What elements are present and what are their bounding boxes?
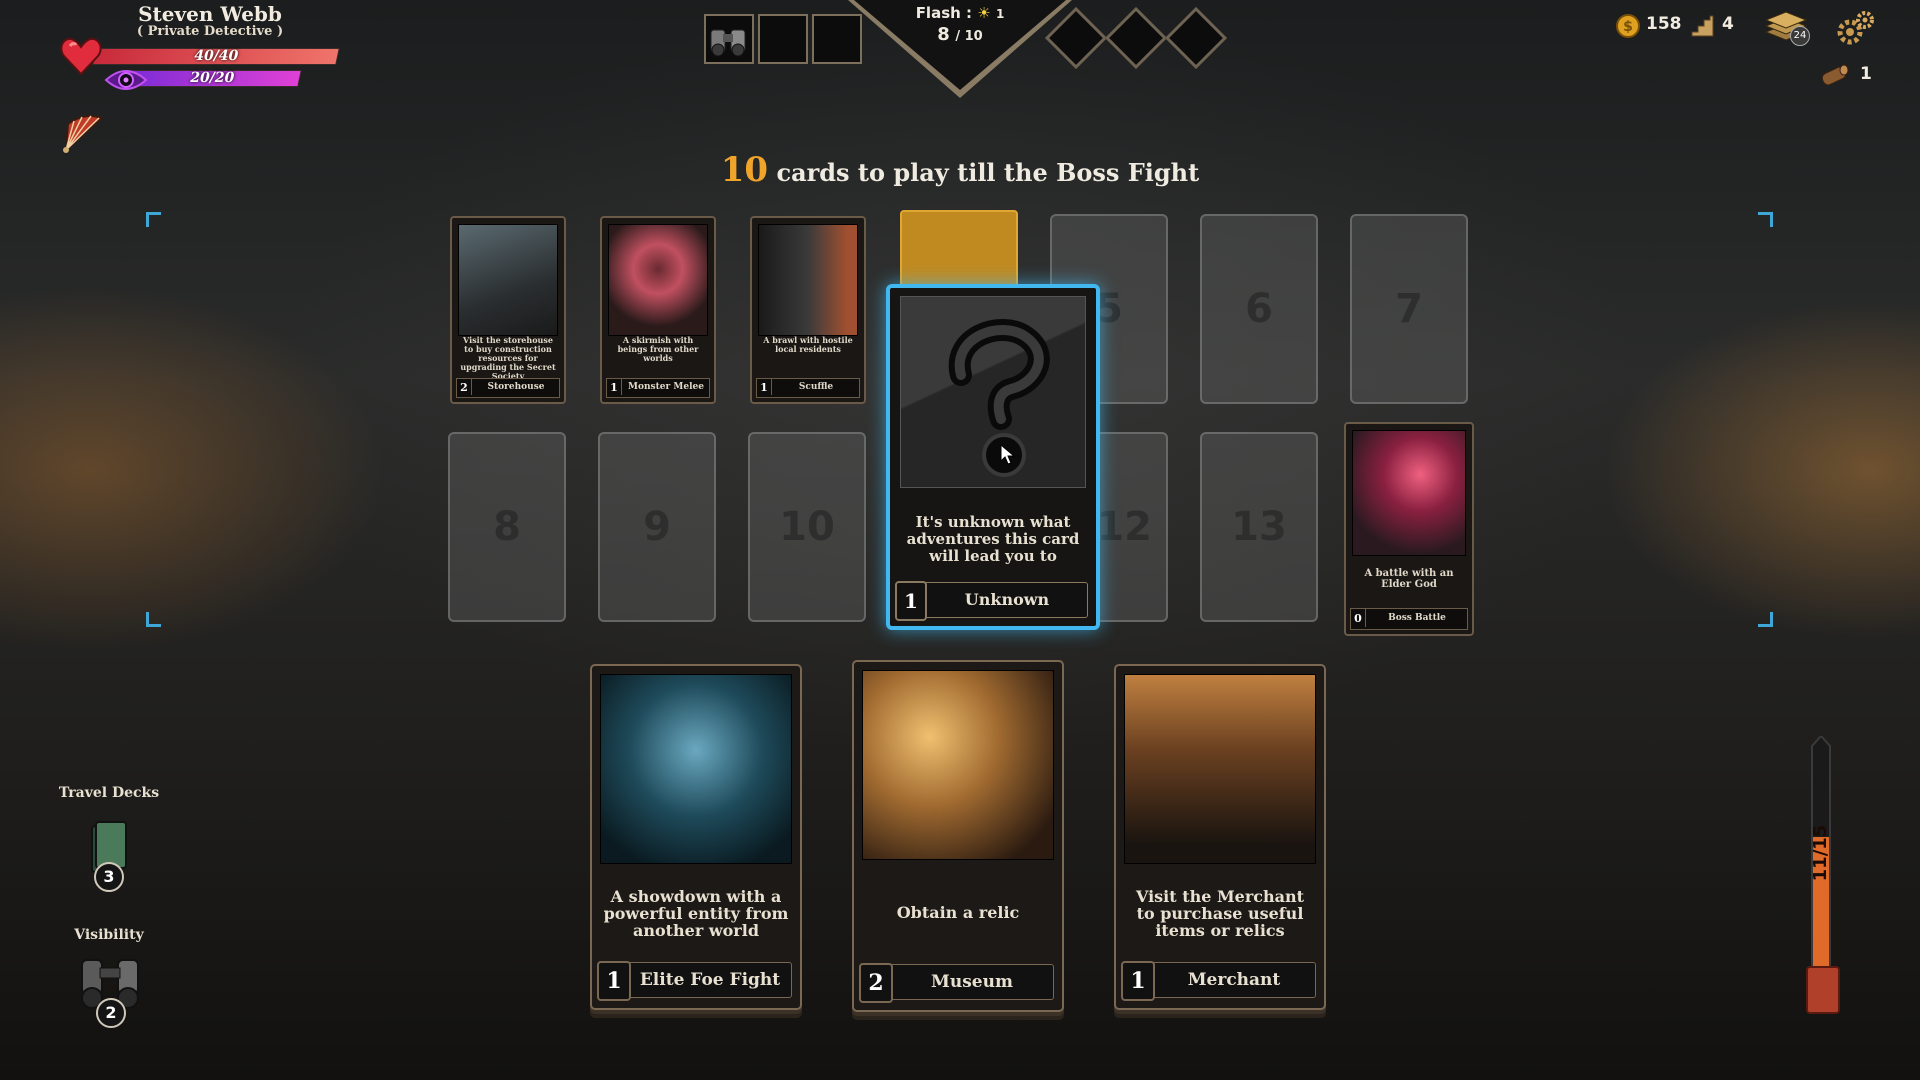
frame-corner-top-left [146, 212, 161, 227]
settings-gear-icon[interactable] [1834, 8, 1876, 48]
card-cost: 2 [859, 963, 893, 1003]
stairs-count: 4 [1722, 14, 1734, 34]
health-bar: 40/40 [92, 48, 340, 65]
sun-icon: ☀ [977, 4, 991, 22]
merchant-art [1124, 674, 1316, 864]
sanity-text: 20/20 [188, 70, 236, 86]
card-cost: 1 [895, 581, 927, 621]
card-name: Monster Melee [628, 382, 704, 392]
flash-max: / 10 [955, 29, 983, 44]
travel-decks-label: Travel Decks [58, 785, 160, 801]
card-cost: 1 [757, 379, 772, 395]
progress-gauge: 11/15 [1806, 736, 1840, 1016]
visibility-button[interactable]: 2 [74, 954, 146, 1028]
card-name: Merchant [1187, 970, 1281, 990]
card-name: Scuffle [798, 382, 834, 392]
elder-god-art [1352, 430, 1466, 556]
card-description: A showdown with a powerful entity from a… [603, 887, 789, 940]
flash-bonus: 1 [995, 7, 1005, 21]
scuffle-art [758, 224, 858, 336]
hand-card-merchant[interactable]: Visit the Merchant to purchase useful it… [1114, 664, 1326, 1010]
heart-icon [60, 37, 102, 76]
cards-till-boss-header: 10 cards to play till the Boss Fight [700, 150, 1220, 190]
fan-relic-icon[interactable] [58, 110, 110, 158]
frame-corner-bottom-right [1758, 612, 1773, 627]
question-mark-icon [948, 319, 1050, 477]
track-slot-7[interactable]: 7 [1350, 214, 1468, 404]
card-description: Obtain a relic [896, 903, 1020, 922]
stairs-icon [1691, 15, 1714, 37]
frame-corner-bottom-left [146, 612, 161, 627]
card-description: A battle with an Elder God [1364, 568, 1454, 590]
player-name: Steven Webb [138, 2, 282, 26]
binoculars-icon [710, 29, 746, 57]
monster-melee-art [608, 224, 708, 336]
mouse-cursor-icon [1000, 443, 1016, 465]
deck-stack-button[interactable]: 24 [1762, 6, 1810, 46]
card-name: Boss Battle [1388, 613, 1446, 623]
boss-battle-card[interactable]: A battle with an Elder God 0 Boss Battle [1344, 422, 1474, 636]
flash-value: 8 [937, 24, 950, 45]
card-description: A brawl with hostile local residents [763, 335, 853, 354]
card-cost: 1 [597, 961, 631, 1001]
card-cost: 0 [1351, 609, 1366, 627]
track-slot-9[interactable]: 9 [598, 432, 716, 622]
card-name: Storehouse [487, 382, 545, 392]
card-description: Visit the Merchant to purchase useful it… [1135, 887, 1305, 940]
card-description: Visit the storehouse to buy construction… [460, 335, 556, 381]
track-slot-6[interactable]: 6 [1200, 214, 1318, 404]
elite-foe-art [600, 674, 792, 864]
sanity-bar: 20/20 [122, 70, 302, 87]
eye-icon [104, 70, 148, 90]
inventory-slot-2[interactable] [758, 14, 808, 64]
travel-decks-button[interactable]: 3 [86, 820, 132, 892]
card-name: Museum [931, 972, 1013, 992]
gauge-text: 11/15 [1810, 824, 1831, 882]
gauge-base [1806, 966, 1840, 1014]
visibility-count: 2 [96, 998, 126, 1028]
cards-remaining-text: cards to play till the Boss Fight [776, 158, 1200, 187]
player-role: ( Private Detective ) [136, 24, 284, 39]
visibility-label: Visibility [74, 927, 144, 943]
wood-count: 1 [1860, 64, 1872, 84]
card-cost: 2 [457, 379, 472, 395]
museum-relic-art [862, 670, 1054, 860]
inventory-slot-1[interactable] [704, 14, 754, 64]
health-text: 40/40 [192, 48, 240, 64]
hand-card-elite-foe-fight[interactable]: A showdown with a powerful entity from a… [590, 664, 802, 1010]
card-cost: 1 [607, 379, 622, 395]
card-description: A skirmish with beings from other worlds [617, 335, 699, 363]
storehouse-art [458, 224, 558, 336]
svg-text:$: $ [1623, 19, 1633, 35]
cards-remaining-count: 10 [720, 150, 769, 190]
card-name: Elite Foe Fight [639, 970, 781, 990]
track-slot-8[interactable]: 8 [448, 432, 566, 622]
played-card-1[interactable]: Visit the storehouse to buy construction… [450, 216, 566, 404]
current-track-slot [900, 210, 1018, 290]
hand-card-museum[interactable]: Obtain a relic 2 Museum [852, 660, 1064, 1012]
played-card-2[interactable]: A skirmish with beings from other worlds… [600, 216, 716, 404]
diamond-slot-3[interactable] [1164, 6, 1228, 70]
diamond-slot-2[interactable] [1104, 6, 1168, 70]
unknown-card-selected[interactable]: It's unknown what adventures this card w… [886, 284, 1100, 630]
card-name: Unknown [964, 590, 1050, 609]
unknown-card-art [900, 296, 1086, 488]
deck-count-badge: 24 [1790, 26, 1810, 46]
travel-decks-count: 3 [94, 862, 124, 892]
track-slot-13[interactable]: 13 [1200, 432, 1318, 622]
gold-count: 158 [1646, 14, 1682, 34]
played-card-3[interactable]: A brawl with hostile local residents 1 Sc… [750, 216, 866, 404]
wood-log-icon [1821, 64, 1849, 86]
track-slot-10[interactable]: 10 [748, 432, 866, 622]
flash-label: Flash : [915, 4, 973, 22]
frame-corner-top-right [1758, 212, 1773, 227]
card-cost: 1 [1121, 961, 1155, 1001]
flash-panel: Flash : ☀ 1 8 / 10 [848, 0, 1072, 100]
gold-coin-icon: $ [1616, 14, 1640, 38]
card-description: It's unknown what adventures this card w… [906, 513, 1080, 565]
